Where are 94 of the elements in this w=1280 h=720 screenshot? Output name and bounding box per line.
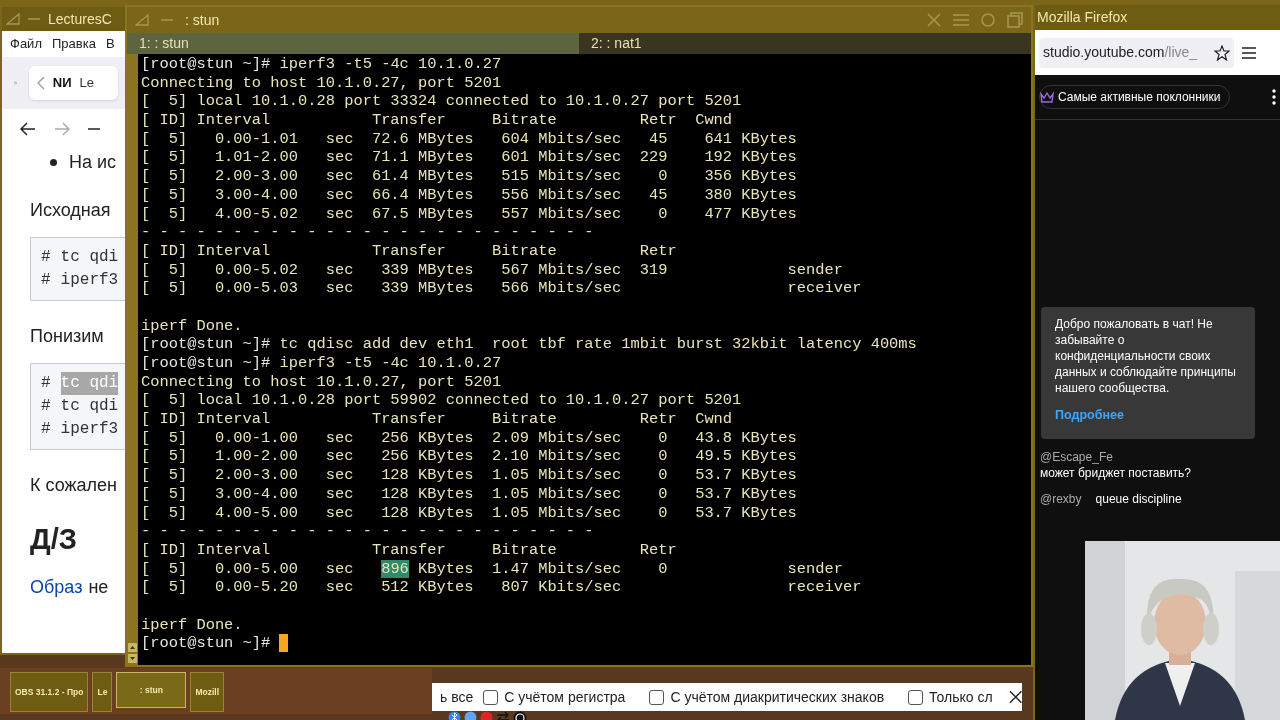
window-title: : stun bbox=[185, 10, 220, 30]
paragraph-text: не bbox=[88, 576, 109, 599]
terminal-output: [ 5] 0.00-5.03 sec 339 MBytes 566 Mbits/sec receiver bbox=[141, 279, 862, 298]
terminal-output: [ 5] 0.00-1.01 sec 72.6 MBytes 604 Mbits/sec 45 641 KBytes bbox=[141, 129, 797, 148]
terminal-output: KBytes 1.47 Mbits/sec 0 sender bbox=[417, 559, 843, 578]
menu-item[interactable]: Файл bbox=[10, 34, 42, 54]
more-icon[interactable] bbox=[1272, 89, 1276, 105]
command-text: iperf3 -t5 -4c 10.1.0.27 bbox=[278, 55, 502, 74]
chat-author: @rexby bbox=[1040, 490, 1082, 507]
code-text: tc qdi bbox=[60, 396, 119, 417]
selected-code-text: tc qdi bbox=[60, 372, 119, 395]
terminal-tab[interactable]: 1: : stun bbox=[127, 33, 579, 54]
terminal-output: [ 5] 2.00-3.00 sec 128 KBytes 1.05 Mbits/sec 0 53.7 KBytes bbox=[141, 466, 797, 485]
list-item-text: На ис bbox=[69, 150, 117, 174]
terminal-output: [ 5] 0.00-5.20 sec 512 KBytes 807 Kbits/sec receiver bbox=[141, 578, 862, 597]
tab-title: Le bbox=[79, 74, 94, 93]
welcome-message: Добро пожаловать в чат! Не забывайте о конфиденциальности своих данных и соблюдайте принципы нашего сообщества. bbox=[1055, 316, 1237, 396]
terminal-output: Connecting to host 10.1.0.27, port 5201 bbox=[141, 372, 502, 391]
terminal-output: [ 5] 0.00-1.00 sec 256 KBytes 2.09 Mbits/sec 0 43.8 KBytes bbox=[141, 428, 797, 447]
checkbox-label: С учётом диакритических знаков bbox=[670, 687, 885, 707]
code-text: iperf3 bbox=[60, 419, 119, 440]
command-text: tc qdisc add dev eth1 root tbf rate 1mbit burst 32kbit latency 400ms bbox=[278, 335, 917, 354]
bullet-icon bbox=[50, 158, 57, 166]
checkbox-label: Только сл bbox=[929, 687, 993, 707]
paragraph-text: Исходная bbox=[30, 199, 112, 222]
window-title: LecturesC bbox=[48, 9, 112, 29]
code-text: iperf3 bbox=[60, 270, 119, 291]
code-text: # bbox=[41, 373, 51, 394]
terminal-output: [ 5] 0.00-5.00 sec bbox=[141, 559, 355, 578]
back-arrow-icon[interactable] bbox=[20, 122, 36, 136]
code-text: tc qdi bbox=[60, 247, 119, 268]
terminal-output: iperf Done. bbox=[141, 316, 243, 335]
code-text: # bbox=[41, 419, 51, 440]
chat-author: @Escape_Fe bbox=[1040, 448, 1113, 465]
star-icon[interactable] bbox=[1214, 44, 1230, 61]
section-heading: Д/З bbox=[30, 522, 78, 556]
terminal-output: [ 5] local 10.1.0.28 port 33324 connected to 10.1.0.27 port 5201 bbox=[141, 92, 742, 111]
terminal-output: [ 5] 3.00-4.00 sec 128 KBytes 1.05 Mbits/sec 0 53.7 KBytes bbox=[141, 484, 797, 503]
taskbar-item[interactable]: OBS 31.1.2 - Про bbox=[10, 672, 89, 712]
selected-text: 896 bbox=[381, 559, 409, 578]
shell-prompt: [root@stun ~]# bbox=[141, 55, 271, 74]
close-icon[interactable] bbox=[1008, 690, 1022, 704]
forward-arrow-icon[interactable] bbox=[54, 122, 70, 136]
command-text: iperf3 -t5 -4c 10.1.0.27 bbox=[278, 354, 502, 373]
shell-prompt: [root@stun ~]# bbox=[141, 354, 271, 373]
terminal-output: [ 5] 4.00-5.02 sec 67.5 MBytes 557 Mbits/sec 0 477 KBytes bbox=[141, 204, 797, 223]
menu-item[interactable]: В bbox=[105, 34, 115, 54]
taskbar-item[interactable]: Le bbox=[92, 672, 113, 712]
window-title: Mozilla Firefox bbox=[1037, 8, 1128, 27]
terminal-output: - - - - - - - - - - - - - - - - - - - - - - - - - bbox=[141, 223, 594, 242]
code-text: # bbox=[41, 247, 51, 268]
code-text: # bbox=[41, 396, 51, 417]
checkbox[interactable] bbox=[908, 689, 924, 705]
paragraph-text: Понизим bbox=[30, 325, 105, 348]
menu-item[interactable]: Правка bbox=[51, 34, 96, 54]
address-field[interactable]: studio.youtube.com/live_ bbox=[1039, 37, 1234, 68]
terminal-output: [ 5] 3.00-4.00 sec 66.4 MBytes 556 Mbits/sec 45 380 KBytes bbox=[141, 185, 797, 204]
checkbox-label: С учётом регистра bbox=[504, 687, 626, 707]
scroll-down-icon[interactable] bbox=[128, 654, 137, 663]
menu-icon[interactable] bbox=[1242, 46, 1256, 59]
site-logo: NИ bbox=[52, 74, 72, 93]
terminal-output: [ 5] 4.00-5.00 sec 128 KBytes 1.05 Mbits/sec 0 53.7 KBytes bbox=[141, 503, 797, 522]
terminal-output: [ 5] local 10.1.0.28 port 59902 connected to 10.1.0.27 port 5201 bbox=[141, 391, 742, 410]
chat-message: может бриджет поставить? bbox=[1040, 464, 1191, 481]
learn-more-link[interactable]: Подробнее bbox=[1055, 406, 1241, 425]
terminal-output: [ ID] Interval Transfer Bitrate Retr Cwnd bbox=[141, 111, 733, 130]
triangle-icon[interactable] bbox=[6, 13, 20, 25]
terminal-output: - - - - - - - - - - - - - - - - - - - - - - - - - bbox=[141, 522, 594, 541]
terminal-output: [ ID] Interval Transfer Bitrate Retr bbox=[141, 540, 677, 559]
crown-icon bbox=[1040, 91, 1054, 103]
terminal-output: [ 5] 2.00-3.00 sec 61.4 MBytes 515 Mbits/sec 0 356 KBytes bbox=[141, 167, 797, 186]
terminal-output: [ 5] 1.00-2.00 sec 256 KBytes 2.10 Mbits/sec 0 49.5 KBytes bbox=[141, 447, 797, 466]
scroll-up-icon[interactable] bbox=[128, 643, 137, 652]
shell-prompt: [root@stun ~]# bbox=[141, 634, 271, 653]
link[interactable]: Образ bbox=[30, 574, 83, 601]
minus-icon[interactable] bbox=[88, 127, 100, 131]
checkbox[interactable] bbox=[649, 689, 665, 705]
terminal-output: [ ID] Interval Transfer Bitrate Retr bbox=[141, 241, 677, 260]
taskbar-item[interactable]: : stun bbox=[116, 672, 187, 708]
terminal-output: [ ID] Interval Transfer Bitrate Retr Cwnd bbox=[141, 410, 733, 429]
text-cursor bbox=[279, 634, 289, 653]
shell-prompt: [root@stun ~]# bbox=[141, 335, 271, 354]
terminal-output: Connecting to host 10.1.0.27, port 5201 bbox=[141, 73, 502, 92]
terminal-output: [ 5] 0.00-5.02 sec 339 MBytes 567 Mbits/sec 319 sender bbox=[141, 260, 843, 279]
chat-message: queue discipline bbox=[1095, 490, 1182, 507]
checkbox[interactable] bbox=[483, 689, 499, 705]
taskbar-item[interactable]: Mozill bbox=[190, 672, 224, 712]
browser-tab[interactable]: NИ Le bbox=[28, 66, 118, 100]
find-option-label: ь все bbox=[440, 687, 474, 707]
terminal-output: [ 5] 1.01-2.00 sec 71.1 MBytes 601 Mbits/sec 229 192 KBytes bbox=[141, 148, 797, 167]
terminal-output: iperf Done. bbox=[141, 615, 243, 634]
chevron-left-icon[interactable] bbox=[36, 76, 45, 90]
code-text: # bbox=[41, 270, 51, 291]
paragraph-text: К сожален bbox=[30, 474, 118, 497]
